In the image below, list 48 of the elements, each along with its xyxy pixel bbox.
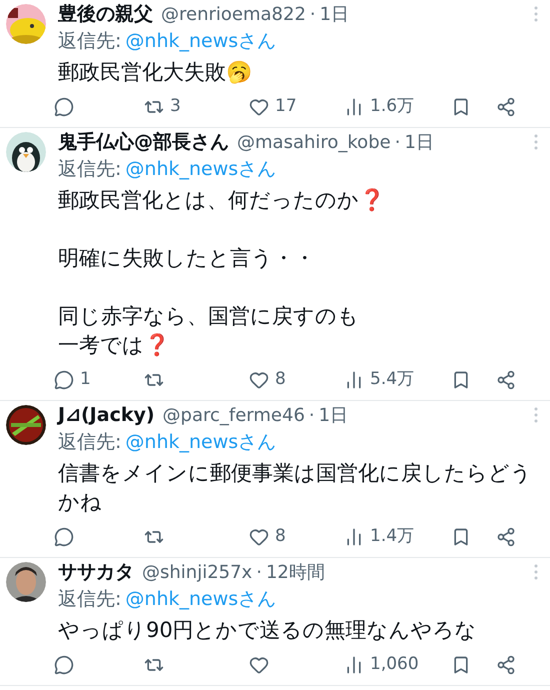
like-count: 8: [275, 368, 286, 392]
reply-icon[interactable]: [54, 97, 74, 117]
user-name[interactable]: ササカタ: [58, 558, 134, 586]
user-handle: @masahiro_kobe: [237, 130, 391, 155]
post-text: 信書をメインに郵便事業は国営化に戻したらどうかね: [58, 460, 533, 516]
separator-dot: ·: [310, 2, 316, 27]
user-handle: @shinji257x: [142, 560, 252, 585]
post-time: 12時間: [266, 560, 325, 585]
like-icon[interactable]: [249, 97, 269, 117]
user-handle: @parc_ferme46: [162, 404, 305, 428]
post-text: 郵政民営化大失敗🥱: [58, 59, 253, 86]
like-icon[interactable]: [249, 655, 269, 675]
separator-dot: ·: [394, 130, 400, 155]
view-count: 1,060: [370, 653, 419, 676]
reply-label: 返信先:: [58, 157, 122, 182]
separator-dot: ·: [308, 404, 315, 428]
like-count: 8: [275, 525, 286, 548]
user-handle: @renrioema822: [161, 2, 306, 27]
view-count: 5.4万: [370, 368, 414, 392]
reply-icon[interactable]: [54, 655, 74, 675]
user-name[interactable]: J⊿(Jacky): [58, 400, 155, 430]
post-time: 1日: [318, 404, 348, 428]
like-icon[interactable]: [249, 527, 269, 547]
reply-icon[interactable]: [54, 527, 74, 547]
post-text: やっぱり90円とかで送るの無理なんやろな: [58, 617, 478, 644]
share-icon[interactable]: [496, 655, 516, 675]
repost-count: 3: [170, 95, 181, 118]
like-icon[interactable]: [249, 370, 269, 390]
reply-label: 返信先:: [58, 430, 122, 455]
user-name[interactable]: 鬼手仏心@部長さん: [58, 128, 229, 156]
reply-label: 返信先:: [58, 29, 122, 54]
post-text: 同じ赤字なら、国営に戻すのも: [58, 303, 360, 330]
share-icon[interactable]: [496, 527, 516, 547]
view-count: 1.6万: [370, 95, 414, 118]
share-icon[interactable]: [496, 97, 516, 117]
view-count: 1.4万: [370, 525, 414, 548]
reply-count: 1: [80, 368, 91, 392]
separator-dot: ·: [256, 560, 262, 585]
post-time: 1日: [320, 2, 350, 27]
post-text: 一考では❓: [58, 332, 171, 359]
like-count: 17: [275, 95, 297, 118]
post-text: 郵政民営化とは、何だったのか❓: [58, 187, 386, 214]
post-time: 1日: [404, 130, 434, 155]
share-icon[interactable]: [496, 370, 516, 390]
user-name[interactable]: 豊後の親父: [58, 0, 153, 28]
reply-icon[interactable]: [54, 370, 74, 390]
reply-label: 返信先:: [58, 587, 122, 612]
post-text: 明確に失敗したと言う・・: [58, 245, 316, 272]
